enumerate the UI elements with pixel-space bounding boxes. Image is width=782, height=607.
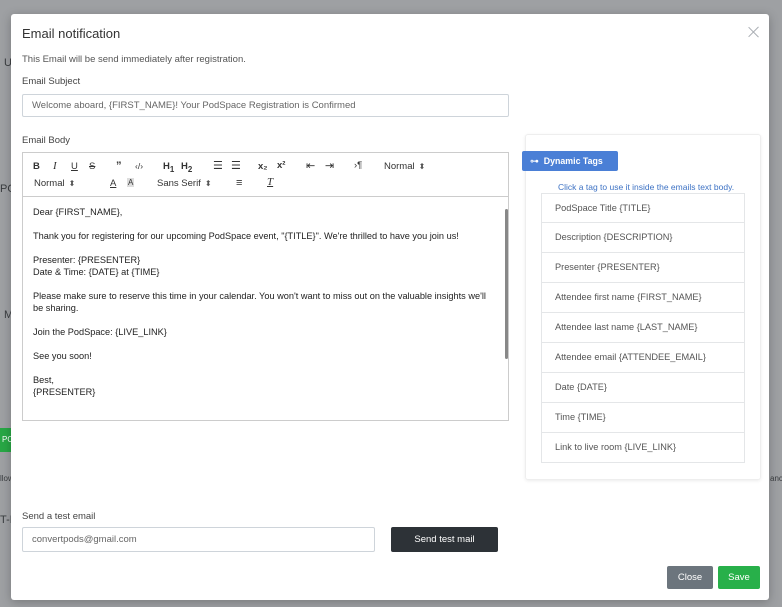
body-label: Email Body — [22, 135, 71, 146]
email-notification-modal: Email notification This Email will be se… — [11, 14, 769, 600]
save-button[interactable]: Save — [718, 566, 760, 589]
tag-item[interactable]: Time {TIME} — [541, 403, 745, 433]
header1-button[interactable]: H1 — [163, 161, 174, 174]
test-email-input[interactable] — [22, 527, 375, 552]
body-paragraph: Dear {FIRST_NAME}, — [33, 207, 123, 217]
bullet-list-icon[interactable]: ☰ — [231, 159, 241, 172]
body-paragraph: Thank you for registering for our upcomi… — [33, 231, 459, 241]
clear-format-icon[interactable]: T — [267, 176, 273, 188]
body-paragraph: Please make sure to reserve this time in… — [33, 291, 486, 313]
subject-input[interactable] — [22, 94, 509, 117]
tag-item[interactable]: Date {DATE} — [541, 373, 745, 403]
tags-hint: Click a tag to use it inside the emails … — [558, 182, 735, 192]
italic-button[interactable]: I — [53, 160, 57, 172]
text-direction-icon[interactable]: ›¶ — [354, 160, 362, 171]
bold-button[interactable]: B — [33, 161, 40, 172]
size-select[interactable]: Normal — [34, 178, 75, 189]
send-test-mail-button[interactable]: Send test mail — [391, 527, 498, 552]
editor-toolbar: B I U S ” ‹/› H1 H2 ☰ ☰ x₂ x² ⇤ ⇥ ›¶ Nor… — [23, 153, 508, 197]
body-paragraph: See you soon! — [33, 351, 92, 361]
header2-button[interactable]: H2 — [181, 161, 192, 174]
superscript-button[interactable]: x² — [277, 160, 285, 171]
link-icon: ⊶ — [530, 156, 539, 166]
email-body-editor: B I U S ” ‹/› H1 H2 ☰ ☰ x₂ x² ⇤ ⇥ ›¶ Nor… — [22, 152, 509, 421]
dynamic-tags-panel: ⊶ Dynamic Tags Click a tag to use it insi… — [522, 134, 761, 480]
modal-title: Email notification — [22, 26, 121, 41]
editor-content[interactable]: Dear {FIRST_NAME}, Thank you for registe… — [23, 197, 508, 420]
underline-button[interactable]: U — [71, 161, 78, 172]
body-paragraph: Best, — [33, 375, 54, 385]
align-icon[interactable]: ≡ — [236, 177, 242, 189]
bg-fragment: anc — [770, 474, 782, 483]
blockquote-icon[interactable]: ” — [116, 160, 122, 172]
tag-item[interactable]: PodSpace Title {TITLE} — [541, 193, 745, 223]
subscript-button[interactable]: x₂ — [258, 161, 268, 172]
outdent-icon[interactable]: ⇤ — [306, 159, 315, 172]
header-select[interactable]: Normal — [384, 161, 425, 172]
dynamic-tags-label: Dynamic Tags — [543, 156, 603, 166]
ordered-list-icon[interactable]: ☰ — [213, 159, 223, 172]
text-color-icon[interactable]: A — [110, 178, 116, 189]
font-select[interactable]: Sans Serif — [157, 178, 212, 189]
tag-item[interactable]: Attendee first name {FIRST_NAME} — [541, 283, 745, 313]
dynamic-tags-badge: ⊶ Dynamic Tags — [522, 151, 618, 171]
subject-label: Email Subject — [22, 76, 81, 87]
intro-text: This Email will be send immediately afte… — [22, 54, 246, 65]
tag-item[interactable]: Presenter {PRESENTER} — [541, 253, 745, 283]
body-paragraph: Presenter: {PRESENTER} — [33, 255, 141, 265]
tag-item[interactable]: Link to live room {LIVE_LINK} — [541, 433, 745, 463]
tag-item[interactable]: Attendee last name {LAST_NAME} — [541, 313, 745, 343]
editor-scrollbar[interactable] — [505, 209, 508, 359]
close-button[interactable]: Close — [667, 566, 713, 589]
indent-icon[interactable]: ⇥ — [325, 159, 334, 172]
test-email-label: Send a test email — [22, 511, 96, 522]
tag-item[interactable]: Description {DESCRIPTION} — [541, 223, 745, 253]
close-icon[interactable] — [747, 25, 761, 39]
body-paragraph: Date & Time: {DATE} at {TIME} — [33, 267, 160, 277]
background-color-icon[interactable]: A — [127, 178, 135, 187]
strike-button[interactable]: S — [89, 161, 95, 172]
tag-list: PodSpace Title {TITLE} Description {DESC… — [541, 193, 745, 463]
tag-item[interactable]: Attendee email {ATTENDEE_EMAIL} — [541, 343, 745, 373]
body-paragraph: {PRESENTER} — [33, 387, 96, 397]
code-icon[interactable]: ‹/› — [135, 161, 143, 171]
body-paragraph: Join the PodSpace: {LIVE_LINK} — [33, 327, 167, 337]
